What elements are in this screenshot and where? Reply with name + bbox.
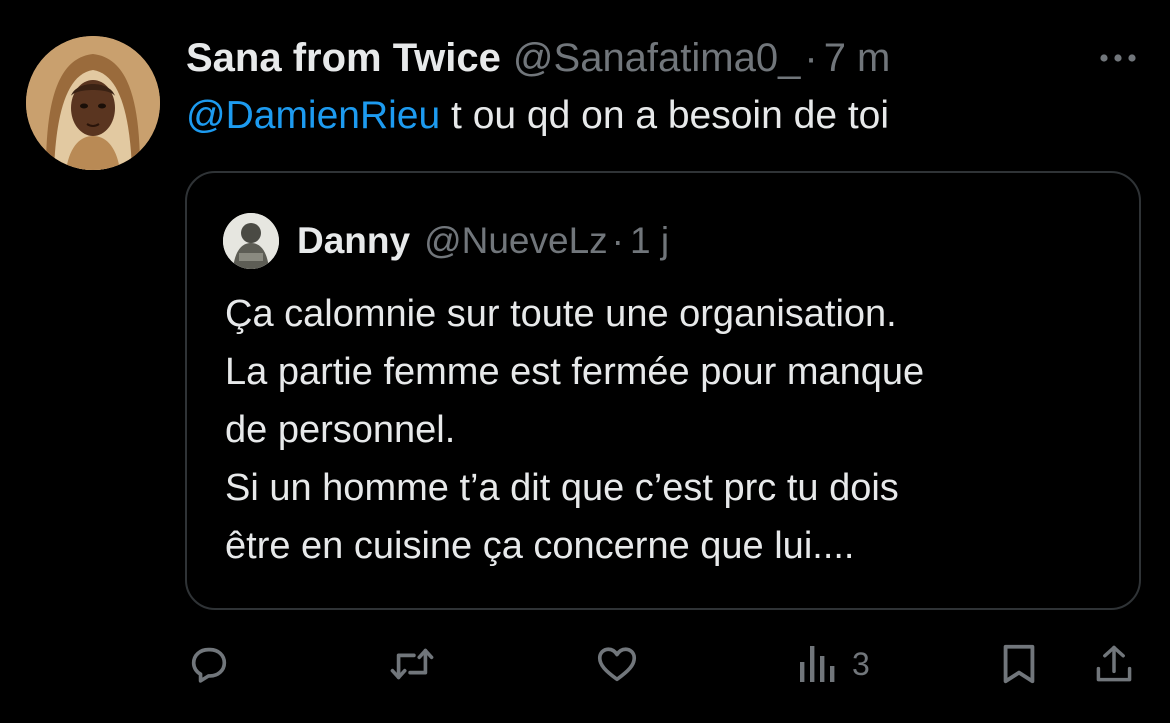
like-button[interactable]	[593, 640, 641, 688]
retweet-button[interactable]	[386, 640, 438, 688]
quoted-tweet[interactable]: Danny @NueveLz · 1 j Ça calomnie sur tou…	[185, 171, 1141, 610]
quoted-avatar[interactable]	[223, 213, 279, 269]
views-count: 3	[852, 645, 870, 682]
quoted-separator-dot: ·	[611, 220, 624, 261]
quoted-line: être en cuisine ça concerne que lui....	[225, 525, 855, 567]
tweet-body: t ou qd on a besoin de toi	[440, 94, 890, 137]
quoted-timestamp[interactable]: 1 j	[630, 220, 669, 262]
like-icon	[597, 647, 637, 682]
handle[interactable]: @Sanafatima0_	[513, 36, 800, 81]
timestamp[interactable]: 7 m	[824, 36, 891, 81]
tweet-header: Sana from Twice @Sanafatima0_ · 7 m	[186, 36, 890, 80]
reply-icon	[191, 647, 227, 683]
quoted-line: La partie femme est fermée pour manque	[225, 351, 925, 393]
bookmark-icon	[1003, 644, 1035, 684]
quoted-header: Danny @NueveLz · 1 j	[297, 219, 669, 263]
bookmark-button[interactable]	[998, 640, 1040, 688]
tweet-text: @DamienRieu t ou qd on a besoin de toi	[186, 94, 889, 138]
retweet-icon	[390, 648, 434, 680]
share-icon	[1096, 645, 1132, 682]
quoted-line: de personnel.	[225, 409, 456, 451]
mention-link[interactable]: @DamienRieu	[186, 94, 440, 137]
quoted-display-name[interactable]: Danny	[297, 220, 410, 262]
share-button[interactable]	[1092, 640, 1136, 688]
more-options-icon[interactable]	[1096, 46, 1140, 70]
tweet[interactable]: Sana from Twice @Sanafatima0_ · 7 m @Dam…	[0, 0, 1170, 723]
reply-button[interactable]	[186, 640, 232, 688]
separator-dot: ·	[804, 35, 818, 80]
avatar[interactable]	[26, 36, 160, 170]
views-icon	[800, 646, 835, 682]
quoted-line: Si un homme t’a dit que c’est prc tu doi…	[225, 467, 899, 509]
views-button[interactable]: 3	[798, 640, 870, 688]
quoted-text: Ça calomnie sur toute une organisation. …	[225, 285, 1105, 575]
display-name[interactable]: Sana from Twice	[186, 36, 501, 81]
quoted-handle[interactable]: @NueveLz	[424, 220, 608, 262]
quoted-line: Ça calomnie sur toute une organisation.	[225, 293, 897, 335]
